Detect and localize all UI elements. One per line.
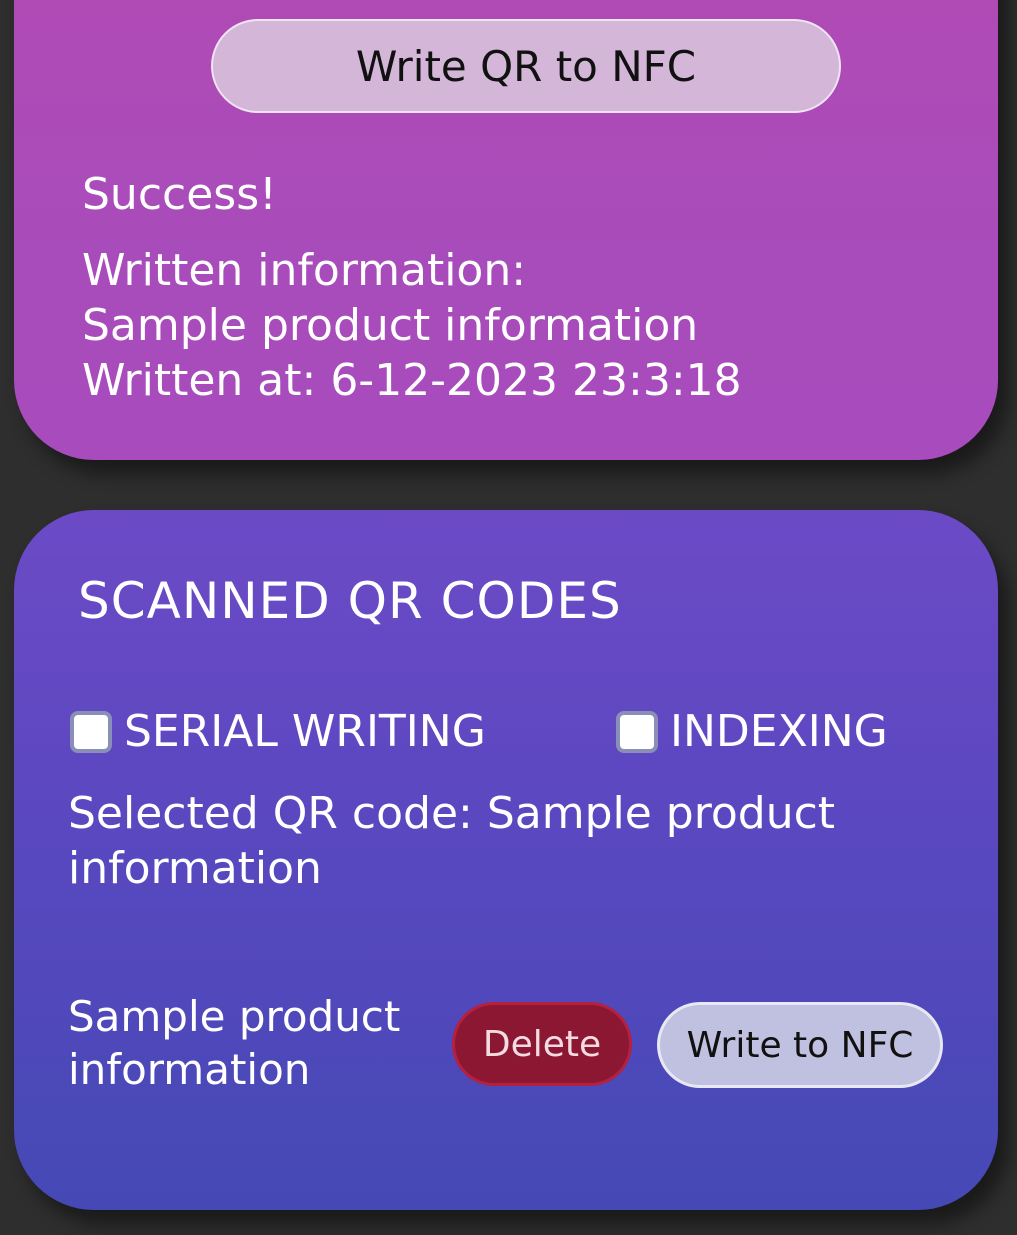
selected-qr-code-text: Selected QR code: Sample product informa… — [68, 788, 836, 894]
indexing-label: INDEXING — [670, 706, 888, 757]
indexing-checkbox[interactable]: INDEXING — [616, 706, 888, 757]
serial-writing-checkbox[interactable]: SERIAL WRITING — [70, 706, 486, 757]
checkbox-icon[interactable] — [70, 710, 112, 753]
scanned-qr-codes-card: SCANNED QR CODES SERIAL WRITING INDEXING… — [14, 510, 998, 1210]
serial-writing-label: SERIAL WRITING — [124, 706, 486, 757]
delete-button[interactable]: Delete — [452, 1002, 632, 1086]
written-at-timestamp: Written at: 6-12-2023 23:3:18 — [82, 355, 742, 406]
app-screen: Write QR to NFC Success! Written informa… — [0, 0, 1017, 1235]
write-to-nfc-button[interactable]: Write to NFC — [657, 1002, 943, 1088]
checkbox-icon[interactable] — [616, 710, 658, 753]
section-title: SCANNED QR CODES — [78, 572, 622, 630]
written-info-block: Written information: Sample product info… — [82, 243, 742, 408]
nfc-write-card: Write QR to NFC Success! Written informa… — [14, 0, 998, 460]
written-info-value: Sample product information — [82, 300, 699, 351]
write-qr-to-nfc-button[interactable]: Write QR to NFC — [211, 19, 841, 113]
written-info-label: Written information: — [82, 245, 527, 296]
qr-item-label: Sample product information — [68, 992, 401, 1094]
success-message: Success! — [82, 169, 277, 220]
